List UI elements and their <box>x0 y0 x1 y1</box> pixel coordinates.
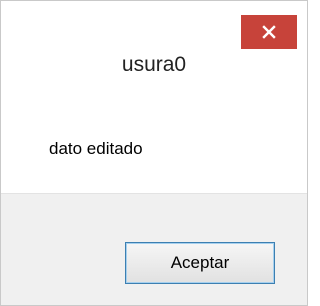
message-dialog: usura0 dato editado Aceptar <box>0 0 308 306</box>
window-title: usura0 <box>121 53 187 76</box>
message-text: dato editado <box>49 139 143 158</box>
dialog-content: dato editado <box>1 84 307 193</box>
title-bar: usura0 <box>1 1 307 84</box>
accept-button[interactable]: Aceptar <box>125 242 275 284</box>
close-icon <box>262 25 276 39</box>
dialog-footer: Aceptar <box>1 193 307 305</box>
close-button[interactable] <box>241 15 297 49</box>
